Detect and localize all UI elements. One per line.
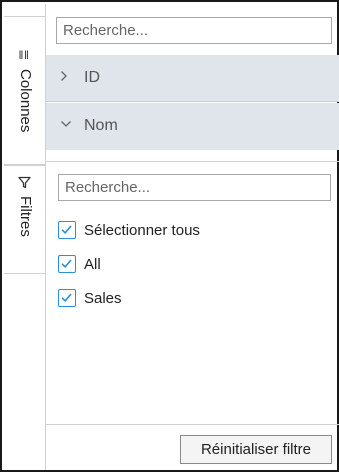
column-group-label: Nom: [84, 117, 118, 134]
check-icon: [61, 293, 72, 302]
checkbox-all[interactable]: All: [58, 253, 101, 275]
checkbox-sales[interactable]: Sales: [58, 287, 122, 309]
check-icon: [61, 259, 72, 268]
reset-filter-button[interactable]: Réinitialiser filtre: [180, 435, 332, 464]
check-icon: [61, 225, 72, 234]
column-search-input[interactable]: [56, 17, 332, 44]
filter-panel: Sélectionner tous All Sales Réinitialise…: [46, 161, 339, 470]
divider: [46, 424, 339, 425]
columns-icon: ‖‖: [18, 48, 30, 62]
tab-filters[interactable]: Filtres: [4, 164, 45, 274]
checkbox[interactable]: [58, 289, 76, 307]
tab-columns[interactable]: ‖‖ Colonnes: [4, 16, 45, 166]
side-tab-bar: ‖‖ Colonnes Filtres: [4, 4, 46, 470]
column-group-id[interactable]: ID: [46, 55, 339, 102]
filter-search-input[interactable]: [58, 174, 331, 201]
tab-filters-label: Filtres: [17, 196, 34, 237]
checkbox-label: Sélectionner tous: [84, 221, 200, 239]
column-group-label: ID: [84, 69, 100, 86]
chevron-right-icon: [60, 69, 74, 85]
chevron-down-icon: [60, 117, 74, 133]
filter-icon: [16, 176, 32, 191]
tab-columns-label: Colonnes: [17, 69, 34, 133]
checkbox[interactable]: [58, 255, 76, 273]
checkbox-label: All: [84, 255, 101, 273]
checkbox[interactable]: [58, 221, 76, 239]
checkbox-label: Sales: [84, 289, 122, 307]
tool-panel: ‖‖ Colonnes Filtres ID Nom: [0, 0, 339, 472]
column-group-nom[interactable]: Nom: [46, 103, 339, 150]
checkbox-select-all[interactable]: Sélectionner tous: [58, 219, 200, 241]
main-panel: ID Nom Sélectionner tous All: [46, 4, 339, 470]
